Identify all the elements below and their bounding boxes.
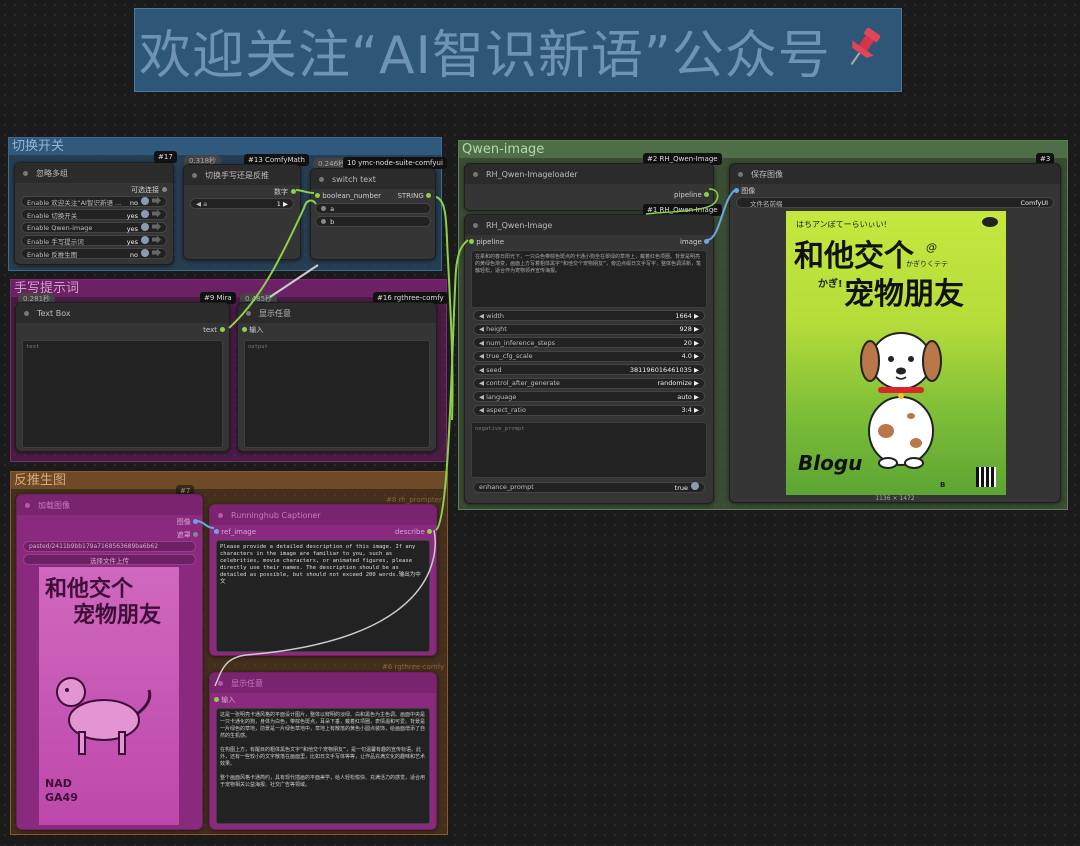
upload-button[interactable]: 选择文件上传 [23, 554, 196, 565]
number-widget[interactable]: ◀ a 1 ▶ [190, 198, 294, 209]
navigate-arrow-icon[interactable] [152, 248, 161, 257]
node-title: Text Box [37, 308, 71, 318]
output-text[interactable]: 这是一张明亮卡通风格的平面设计图片，整体以鲜明的淡绿、白和黑色为主色调。画面中央… [216, 708, 430, 824]
toggle-icon[interactable] [141, 209, 149, 218]
node-captioner[interactable]: Runninghub Captioner ref_image describe … [209, 504, 437, 656]
input-b[interactable]: b [315, 216, 431, 227]
navigate-arrow-icon[interactable] [152, 222, 161, 231]
negative-prompt-input[interactable]: negative_prompt [471, 421, 707, 478]
image-dimensions: 1136 × 1472 [875, 495, 915, 502]
output-text[interactable]: output [244, 340, 430, 448]
pushpin-icon [839, 24, 887, 76]
node-text-box[interactable]: Text Box text text [15, 302, 230, 452]
toggle-icon[interactable] [141, 222, 149, 231]
node-load-image[interactable]: 加载图像 图像 遮罩 pasted/2411b9bb179a7168563689… [16, 494, 203, 830]
banner-text: 欢迎关注“AI智识新语”公众号 [139, 25, 831, 86]
toggle-icon[interactable] [141, 235, 149, 244]
output-image: はちアンぼてーらいぃい! 和他交个 @ かぎりくテテ かぎ! 宠物朋友 Blog… [786, 211, 1006, 495]
node-save-image[interactable]: 保存图像 图像 文件名前缀 ComfyUI はちアンぼてーらいぃい! 和他交个 … [729, 163, 1061, 503]
input-port[interactable] [469, 238, 474, 244]
group-toggle-row[interactable]: Enable 欢迎关注“AI智识新语 ... no [21, 196, 167, 207]
output-port[interactable] [220, 327, 225, 332]
group-toggle-row[interactable]: Enable 手写提示词 yes [21, 235, 167, 246]
qr-code-icon [976, 467, 996, 487]
node-title: switch text [332, 174, 376, 184]
output-label: 数字 [274, 187, 288, 196]
text-input[interactable]: text [22, 340, 223, 448]
group-title: Qwen-image [459, 141, 1067, 158]
node-title: 忽略多组 [36, 168, 68, 178]
node-title: 显示任意 [259, 308, 291, 318]
node-tag: #17 [154, 151, 177, 163]
optional-connect-label: 可选连接 [131, 185, 159, 194]
param-widget-true-cfg-scale[interactable]: ◀ true_cfg_scale 4.0 ▶ [473, 350, 705, 362]
file-select[interactable]: pasted/2411b9bb179a7168563689ba6b62 [23, 541, 196, 552]
group-title: 切换开关 [9, 138, 441, 155]
node-qwen-image[interactable]: RH_Qwen-Image pipeline image 在柔和的春日阳光下，一… [464, 214, 714, 504]
input-port[interactable] [242, 327, 247, 332]
input-port[interactable] [734, 188, 739, 193]
node-switch-text[interactable]: switch text boolean_number STRING a b [310, 168, 436, 260]
param-widget-aspect-ratio[interactable]: ◀ aspect_ratio 3:4 ▶ [473, 404, 705, 416]
param-widget-width[interactable]: ◀ width 1664 ▶ [473, 310, 705, 321]
navigate-arrow-icon[interactable] [152, 209, 161, 218]
title-banner: 欢迎关注“AI智识新语”公众号 [134, 8, 902, 92]
param-widget-height[interactable]: ◀ height 928 ▶ [473, 323, 705, 335]
param-widget-seed[interactable]: ◀ seed 381196016461035 ▶ [473, 364, 705, 375]
group-toggle-row[interactable]: Enable 切换开关 yes [21, 209, 167, 220]
output-port[interactable] [704, 238, 709, 244]
node-ignore-groups[interactable]: 忽略多组 可选连接 Enable 欢迎关注“AI智识新语 ... no Enable… [14, 162, 174, 265]
input-a[interactable]: a [315, 203, 431, 214]
output-port[interactable] [426, 192, 431, 198]
group-toggle-row[interactable]: Enable Qwen-image yes [21, 222, 167, 233]
param-widget-language[interactable]: ◀ language auto ▶ [473, 391, 705, 402]
prompt-text[interactable]: Please provide a detailed description of… [216, 540, 430, 652]
loaded-image-preview: 和他交个 宠物朋友 NAD GA49 [39, 567, 179, 825]
node-show-any[interactable]: 显示任意 输入 output [237, 302, 437, 452]
navigate-arrow-icon[interactable] [152, 235, 161, 244]
prompt-input[interactable]: 在柔和的春日阳光下，一只白色带棕色斑点的卡通小狗坐在翠绿的草地上，戴着红色项圈。… [471, 250, 707, 308]
node-title: 切换手写还是反推 [205, 170, 269, 180]
toggle-icon[interactable] [141, 248, 149, 257]
toggle-icon[interactable] [141, 196, 149, 205]
node-show-any-2[interactable]: 显示任意 输入 这是一张明亮卡通风格的平面设计图片，整体以鲜明的淡绿、白和黑色为… [209, 672, 437, 830]
param-widget-num-inference-steps[interactable]: ◀ num_inference_steps 20 ▶ [473, 337, 705, 348]
output-port[interactable] [162, 187, 167, 192]
navigate-arrow-icon[interactable] [152, 196, 161, 205]
group-toggle-row[interactable]: Enable 反推生图 no [21, 248, 167, 259]
group-title: 反推生图 [11, 472, 447, 489]
output-port[interactable] [291, 189, 296, 194]
enhance-prompt-toggle[interactable]: enhance_prompt true [473, 481, 705, 493]
filename-prefix-field[interactable]: 文件名前缀 ComfyUI [736, 197, 1054, 208]
node-switch-handwrite[interactable]: 切换手写还是反推 数字 ◀ a 1 ▶ [183, 164, 301, 260]
param-widget-control-after-generate[interactable]: ◀ control_after_generate randomize ▶ [473, 377, 705, 389]
output-port[interactable] [704, 192, 709, 197]
input-port[interactable] [315, 192, 320, 198]
